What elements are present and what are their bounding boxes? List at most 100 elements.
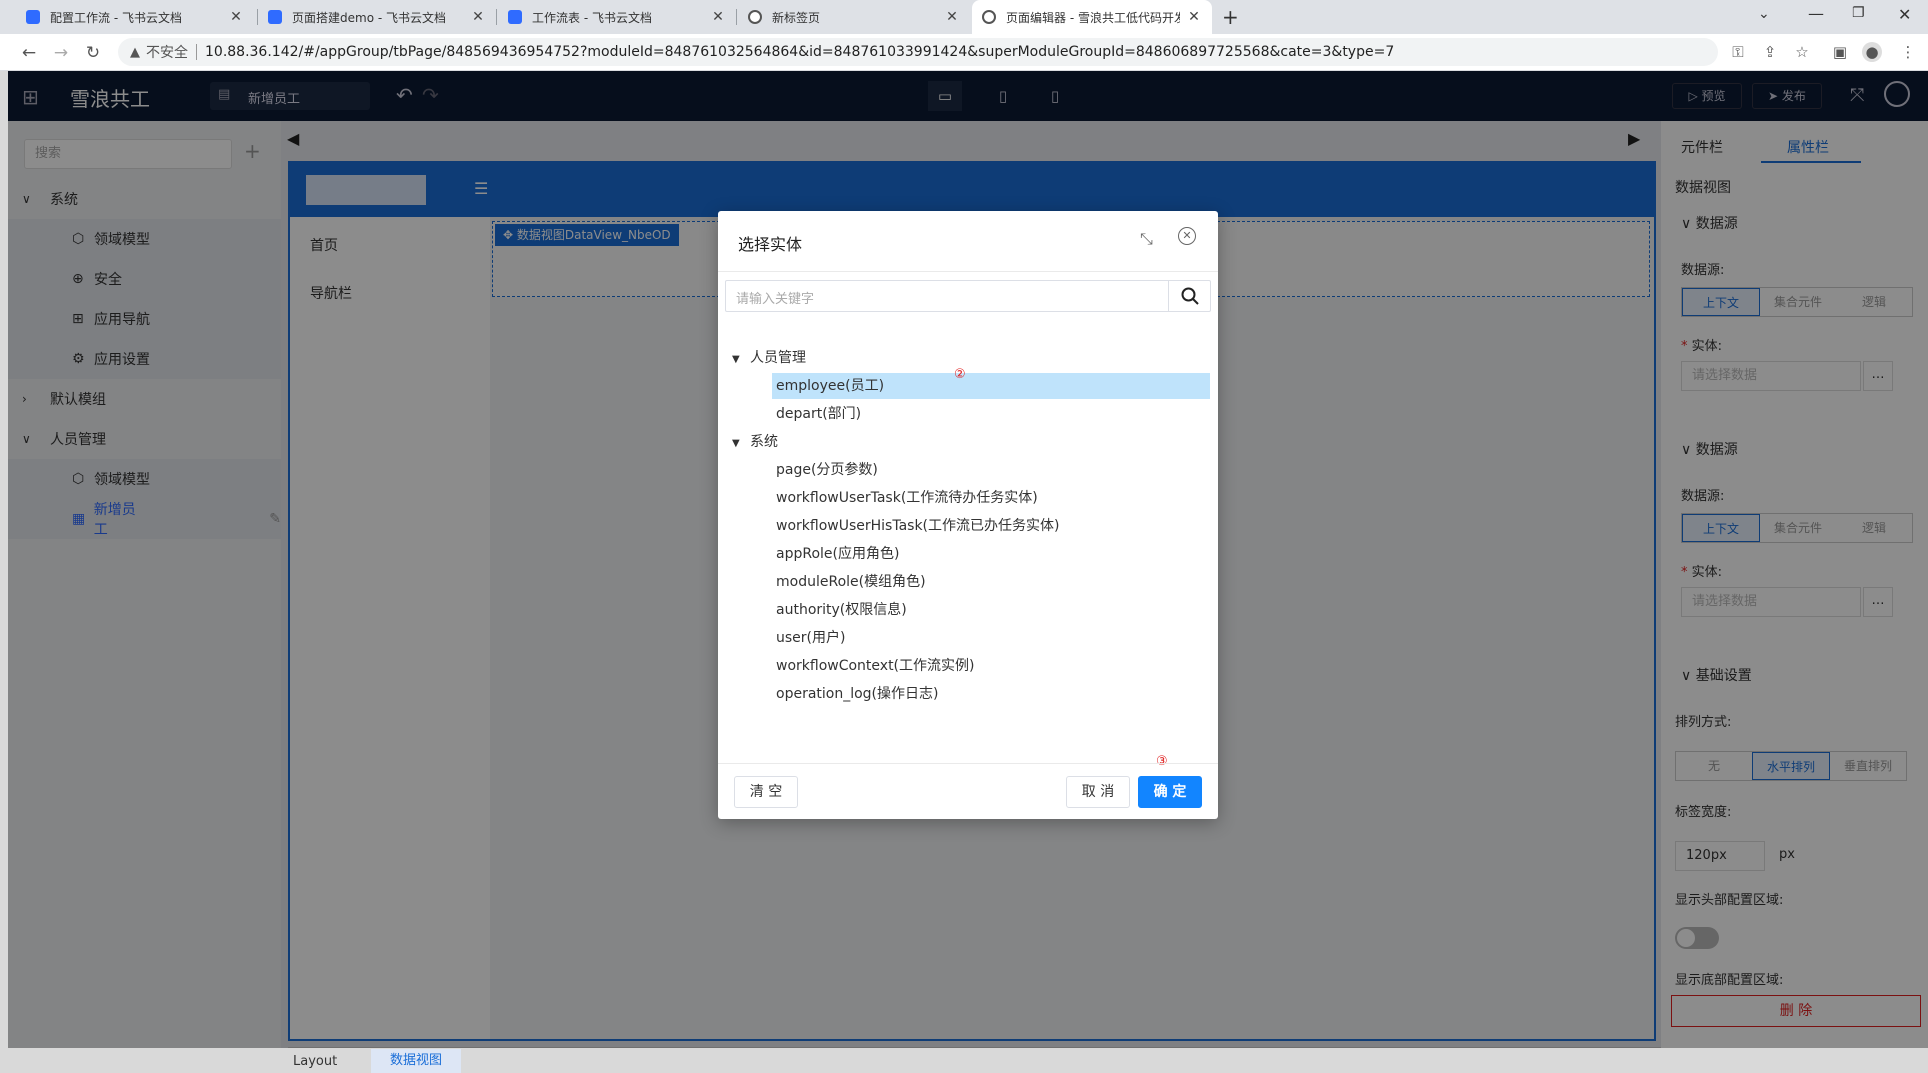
entity-item-depart[interactable]: depart(部门) (772, 401, 1210, 427)
entity-item[interactable]: operation_log(操作日志) (772, 681, 1210, 707)
nav-item-home[interactable]: 首页 (310, 235, 338, 255)
tablet-view-icon[interactable]: ▯ (986, 81, 1020, 111)
confirm-button[interactable]: 确 定 (1138, 776, 1202, 808)
entity-item[interactable]: moduleRole(模组角色) (772, 569, 1210, 595)
tree-item-app-settings[interactable]: ⚙ 应用设置 (8, 339, 281, 379)
label-width-input[interactable]: 120px (1675, 841, 1765, 871)
search-icon[interactable] (1168, 281, 1210, 311)
minimize-button[interactable]: — (1808, 4, 1824, 23)
share-icon[interactable]: ⇪ (1760, 42, 1780, 62)
sort-option[interactable]: 无 (1676, 752, 1752, 780)
tree-item-app-nav[interactable]: ⊞ 应用导航 (8, 299, 281, 339)
tab-properties[interactable]: 属性栏 (1787, 137, 1829, 157)
browser-tab-3[interactable]: 工作流表 - 飞书云文档 ✕ (498, 0, 736, 34)
tree-item-security[interactable]: ⊕ 安全 (8, 259, 281, 299)
ds-option[interactable]: 上下文 (1682, 514, 1760, 542)
browser-tab-4[interactable]: 新标签页 ✕ (738, 0, 970, 34)
ds-option[interactable]: 上下文 (1682, 288, 1760, 316)
tab-search-icon[interactable]: ⌄ (1758, 6, 1770, 22)
entity-item[interactable]: workflowUserHisTask(工作流已办任务实体) (772, 513, 1210, 539)
browser-tab-5[interactable]: 页面编辑器 - 雪浪共工低代码开发 ✕ (972, 0, 1212, 34)
entity-item[interactable]: workflowUserTask(工作流待办任务实体) (772, 485, 1210, 511)
entity-search-input[interactable]: 请输入关键字 (725, 280, 1211, 312)
more-button-1[interactable]: … (1863, 361, 1893, 391)
page-name-box[interactable]: ▤ 新增员工 (210, 82, 370, 110)
tree-item-system[interactable]: ∨ 系统 (8, 179, 281, 219)
ds-segment-2[interactable]: 上下文 集合元件 逻辑 (1681, 513, 1913, 543)
mobile-view-icon[interactable]: ▯ (1038, 81, 1072, 111)
apps-grid-icon[interactable]: ⊞ (22, 85, 39, 109)
clear-button[interactable]: 清 空 (734, 776, 798, 808)
entity-item[interactable]: user(用户) (772, 625, 1210, 651)
preview-button[interactable]: ▷ 预览 (1672, 83, 1742, 109)
close-icon[interactable]: ✕ (1178, 227, 1196, 245)
tree-item-personnel[interactable]: ∨ 人员管理 (8, 419, 281, 459)
tree-item-new-employee[interactable]: ▦ 新增员工 ✎ (8, 499, 281, 539)
entity-item[interactable]: appRole(应用角色) (772, 541, 1210, 567)
component-tag[interactable]: ✥ 数据视图DataView_NbeOD (495, 224, 679, 246)
new-tab-button[interactable]: + (1222, 5, 1239, 29)
ds-option[interactable]: 集合元件 (1760, 288, 1836, 316)
restore-button[interactable]: ❐ (1852, 5, 1865, 21)
tree-group-system[interactable]: ▼ 系统 (732, 429, 778, 455)
entity-item[interactable]: workflowContext(工作流实例) (772, 653, 1210, 679)
show-header-toggle[interactable] (1675, 927, 1719, 949)
more-button-2[interactable]: … (1863, 587, 1893, 617)
collapse-left-icon[interactable]: ◀ (287, 129, 299, 148)
undo-icon[interactable]: ↶ (396, 83, 413, 107)
maximize-icon[interactable]: ⤡ (1140, 229, 1153, 249)
close-icon[interactable]: ✕ (228, 9, 244, 25)
close-icon[interactable]: ✕ (470, 9, 486, 25)
sidebar-search-input[interactable]: 搜索 (24, 139, 232, 169)
group-1-title[interactable]: ∨ 数据源 (1681, 213, 1738, 233)
sort-segment[interactable]: 无 水平排列 垂直排列 (1675, 751, 1907, 781)
ds-option[interactable]: 逻辑 (1836, 288, 1912, 316)
entity-input-1[interactable]: 请选择数据 (1681, 361, 1861, 391)
tree-item-default-module[interactable]: › 默认模组 (8, 379, 281, 419)
close-icon[interactable]: ✕ (710, 9, 726, 25)
nav-item-navbar[interactable]: 导航栏 (310, 283, 352, 303)
sort-option[interactable]: 水平排列 (1752, 752, 1830, 780)
browser-tab-1[interactable]: 配置工作流 - 飞书云文档 ✕ (16, 0, 254, 34)
url-field[interactable]: ▲ 不安全 10.88.36.142/#/appGroup/tbPage/848… (118, 38, 1718, 66)
collapse-right-icon[interactable]: ▶ (1628, 129, 1640, 148)
sidepanel-icon[interactable]: ▣ (1830, 42, 1850, 62)
key-icon[interactable]: ⚿ (1728, 42, 1748, 62)
back-button[interactable]: ← (18, 42, 40, 64)
close-icon[interactable]: ✕ (944, 9, 960, 25)
ds-segment-1[interactable]: 上下文 集合元件 逻辑 (1681, 287, 1913, 317)
group-basic-title[interactable]: ∨ 基础设置 (1681, 665, 1752, 685)
ds-option[interactable]: 集合元件 (1760, 514, 1836, 542)
forward-button[interactable]: → (50, 42, 72, 64)
desktop-view-icon[interactable]: ▭ (928, 81, 962, 111)
tree-item-domain-model-2[interactable]: ⬡ 领域模型 (8, 459, 281, 499)
close-icon[interactable]: ✕ (1186, 9, 1202, 25)
entity-item[interactable]: page(分页参数) (772, 457, 1210, 483)
edit-icon[interactable]: ✎ (269, 511, 281, 527)
tree-group-personnel[interactable]: ▼ 人员管理 (732, 345, 806, 371)
group-2-title[interactable]: ∨ 数据源 (1681, 439, 1738, 459)
add-icon[interactable]: + (244, 139, 261, 163)
ds-option[interactable]: 逻辑 (1836, 514, 1912, 542)
breadcrumb-dataview[interactable]: 数据视图 (371, 1049, 461, 1073)
redo-icon[interactable]: ↷ (422, 83, 439, 107)
tree-item-domain-model[interactable]: ⬡ 领域模型 (8, 219, 281, 259)
menu-fold-icon[interactable]: ☰ (474, 179, 488, 198)
cancel-button[interactable]: 取 消 (1066, 776, 1130, 808)
publish-button[interactable]: ➤ 发布 (1752, 83, 1822, 109)
profile-icon[interactable]: ● (1862, 42, 1882, 62)
star-icon[interactable]: ☆ (1792, 42, 1812, 62)
reload-button[interactable]: ↻ (82, 42, 104, 64)
fullscreen-icon[interactable]: ⤧ (1850, 85, 1864, 106)
breadcrumb-layout[interactable]: Layout (293, 1054, 337, 1069)
close-window-button[interactable]: ✕ (1898, 5, 1911, 24)
entity-item-employee[interactable]: employee(员工) (772, 373, 1210, 399)
tab-components[interactable]: 元件栏 (1681, 137, 1723, 157)
menu-icon[interactable]: ⋮ (1898, 42, 1918, 62)
sort-option[interactable]: 垂直排列 (1830, 752, 1906, 780)
entity-item[interactable]: authority(权限信息) (772, 597, 1210, 623)
user-avatar-icon[interactable] (1884, 81, 1910, 107)
browser-tab-2[interactable]: 页面搭建demo - 飞书云文档 ✕ (258, 0, 496, 34)
delete-button[interactable]: 删 除 (1671, 995, 1921, 1027)
entity-input-2[interactable]: 请选择数据 (1681, 587, 1861, 617)
